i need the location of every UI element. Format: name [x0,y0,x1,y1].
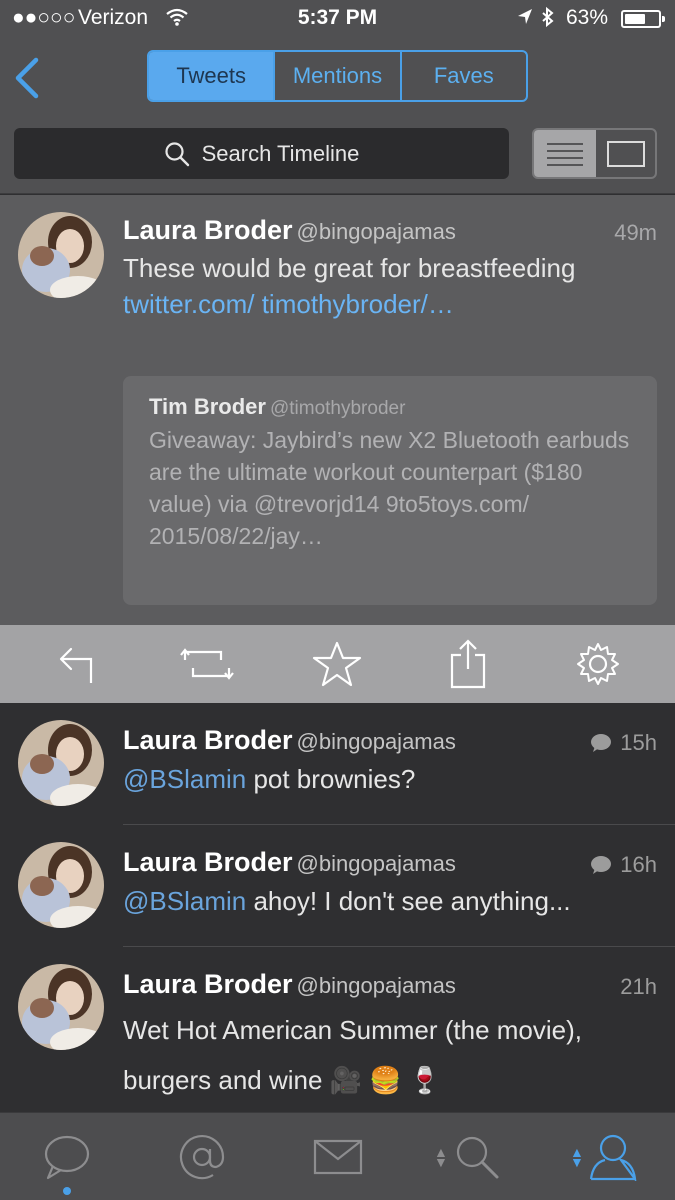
favorite-button[interactable] [302,634,372,694]
tab-profile[interactable]: ▲ ▼ [566,1127,646,1187]
reply-icon [59,647,93,683]
view-mode-toggle [532,128,657,179]
tweet-text: Wet Hot American Summer (the movie), bur… [123,1005,663,1105]
tweet-author: Laura Broder @bingopajamas [123,847,456,878]
tab-mentions[interactable]: Mentions [273,52,399,100]
mentions-at-icon [179,1135,225,1180]
tweet-time: 16h [590,852,657,878]
avatar[interactable] [18,720,104,806]
retweet-icon [180,648,235,680]
tab-faves[interactable]: Faves [399,52,526,100]
timeline-bubble-icon [44,1135,90,1180]
tab-messages[interactable] [298,1127,378,1187]
author-name: Laura Broder [123,725,293,755]
back-button[interactable] [10,56,46,100]
quoted-tweet[interactable]: Tim Broder @timothybroder Giveaway: Jaybi… [123,376,657,605]
author-handle: @bingopajamas [296,973,456,998]
tab-mentions-bottom[interactable] [162,1127,242,1187]
conversation-bubble-icon [591,734,612,752]
tweet-row[interactable]: Laura Broder @bingopajamas 15h @BSlamin p… [0,703,675,825]
settings-button[interactable] [563,634,633,694]
tweet-time-text: 16h [620,852,657,877]
quoted-author-handle: @timothybroder [269,398,406,419]
battery-icon [621,10,665,28]
tweet-author: Laura Broder @bingopajamas [123,215,456,246]
magnifier-icon [165,141,189,166]
list-lines-icon [547,142,583,166]
card-rect-icon [606,140,645,167]
quoted-text: Giveaway: Jaybird’s new X2 Bluetooth ear… [149,427,630,549]
tweet-action-bar [0,625,675,703]
star-icon [313,641,362,687]
tweet-expanded[interactable]: Laura Broder @bingopajamas 49m These woul… [0,195,675,625]
author-name: Laura Broder [123,847,293,877]
author-handle: @bingopajamas [296,729,456,754]
author-name: Laura Broder [123,215,293,245]
tweet-text: @BSlamin pot brownies? [123,761,663,797]
tweet-text: @BSlamin ahoy! I don't see anything... [123,883,663,919]
tweet-time: 15h [590,730,657,756]
chevron-left-icon [15,57,39,99]
tweet-time: 49m [614,220,657,245]
tweet-link[interactable]: twitter.com/ timothybroder/… [123,289,454,319]
search-icon [456,1136,499,1179]
list-view-button[interactable] [534,130,596,177]
switch-arrows-icon: ▲ ▼ [570,1144,584,1170]
quoted-author: Tim Broder @timothybroder [149,394,631,420]
timeline-segmented-control: Tweets Mentions Faves [147,50,528,102]
tweet-mention[interactable]: @BSlamin [123,764,246,794]
author-handle: @bingopajamas [296,219,456,244]
header: Tweets Mentions Faves Search Timeline [0,40,675,194]
battery-percent: 63% [566,6,609,29]
tweet-time-text: 15h [620,730,657,755]
retweet-button[interactable] [172,634,242,694]
tweet-text-content: Wet Hot American Summer (the movie), bur… [123,1015,582,1095]
tweet-row[interactable]: Laura Broder @bingopajamas 16h @BSlamin a… [0,825,675,947]
tweet-author: Laura Broder @bingopajamas [123,969,456,1000]
search-placeholder: Search Timeline [201,140,360,166]
tab-search[interactable]: ▲ ▼ [430,1127,510,1187]
avatar[interactable] [18,212,104,298]
battery-level [625,14,645,24]
tab-timeline[interactable] [27,1127,107,1187]
card-view-button[interactable] [596,130,655,177]
avatar[interactable] [18,842,104,928]
location-arrow-icon [516,6,534,34]
author-name: Laura Broder [123,969,293,999]
tweet-mention[interactable]: @BSlamin [123,886,246,916]
avatar[interactable] [18,964,104,1050]
conversation-bubble-icon [591,856,612,874]
tweet-text: These would be great for breastfeeding t… [123,250,663,322]
bottom-tab-bar: ▲ ▼ ▲ ▼ [0,1112,675,1200]
switch-arrows-icon: ▲ ▼ [434,1144,448,1170]
tweet-time: 21h [620,974,657,1000]
tab-tweets[interactable]: Tweets [149,52,274,100]
tweet-text-content: These would be great for breastfeeding [123,253,576,283]
tweet-time-text: 21h [620,974,657,999]
share-icon [450,639,485,689]
active-tab-indicator [63,1187,71,1195]
profile-icon [589,1134,637,1181]
messages-envelope-icon [313,1139,363,1175]
tweet-text-content: ahoy! I don't see anything... [246,886,571,916]
search-timeline-field[interactable]: Search Timeline [14,128,509,179]
tweet-author: Laura Broder @bingopajamas [123,725,456,756]
reply-button[interactable] [42,634,112,694]
status-bar: ●●○○○ Verizon 5:37 PM 63% [0,0,675,40]
bluetooth-icon [541,6,555,36]
tweet-text-content: pot brownies? [246,764,416,794]
tweet-row[interactable]: Laura Broder @bingopajamas 21h Wet Hot Am… [0,947,675,1112]
quoted-author-name: Tim Broder [149,394,266,419]
gear-icon [576,643,619,685]
share-button[interactable] [433,634,503,694]
author-handle: @bingopajamas [296,851,456,876]
